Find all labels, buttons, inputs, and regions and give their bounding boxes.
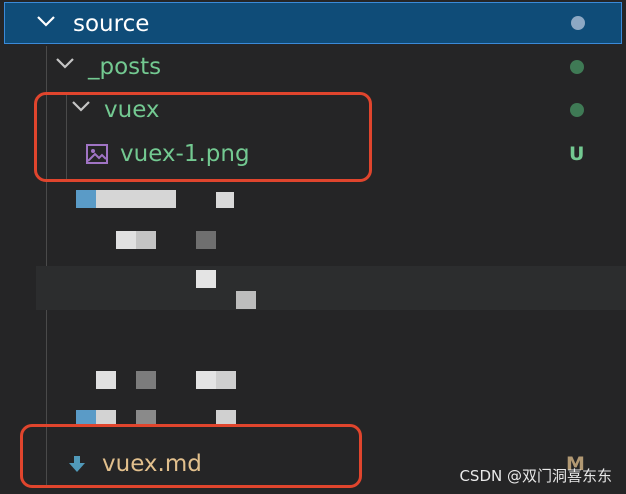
status-dot: [571, 16, 585, 30]
obscured-block: [116, 231, 136, 249]
obscured-block: [96, 371, 116, 389]
row-hover-band: [36, 266, 626, 310]
chevron-down-icon: [56, 57, 74, 69]
obscured-block: [216, 371, 236, 389]
obscured-block: [196, 270, 216, 288]
obscured-block: [136, 231, 156, 249]
obscured-block: [236, 291, 256, 309]
watermark-text: CSDN @双门洞喜东东: [459, 467, 612, 485]
obscured-block: [216, 192, 234, 208]
obscured-block: [196, 371, 216, 389]
tree-item-label: source: [73, 11, 150, 37]
obscured-block: [96, 190, 176, 208]
git-status-untracked: U: [569, 143, 585, 165]
chevron-down-icon: [37, 15, 55, 27]
highlight-box: [20, 424, 362, 488]
obscured-block: [136, 371, 156, 389]
obscured-block: [76, 190, 96, 208]
tree-item-source[interactable]: source: [4, 2, 622, 44]
tree-item-posts[interactable]: _posts: [0, 45, 626, 89]
status-dot: [570, 60, 584, 74]
tree-item-label: _posts: [88, 54, 162, 80]
status-dot: [570, 103, 584, 117]
obscured-block: [196, 231, 216, 249]
highlight-box: [34, 92, 372, 182]
